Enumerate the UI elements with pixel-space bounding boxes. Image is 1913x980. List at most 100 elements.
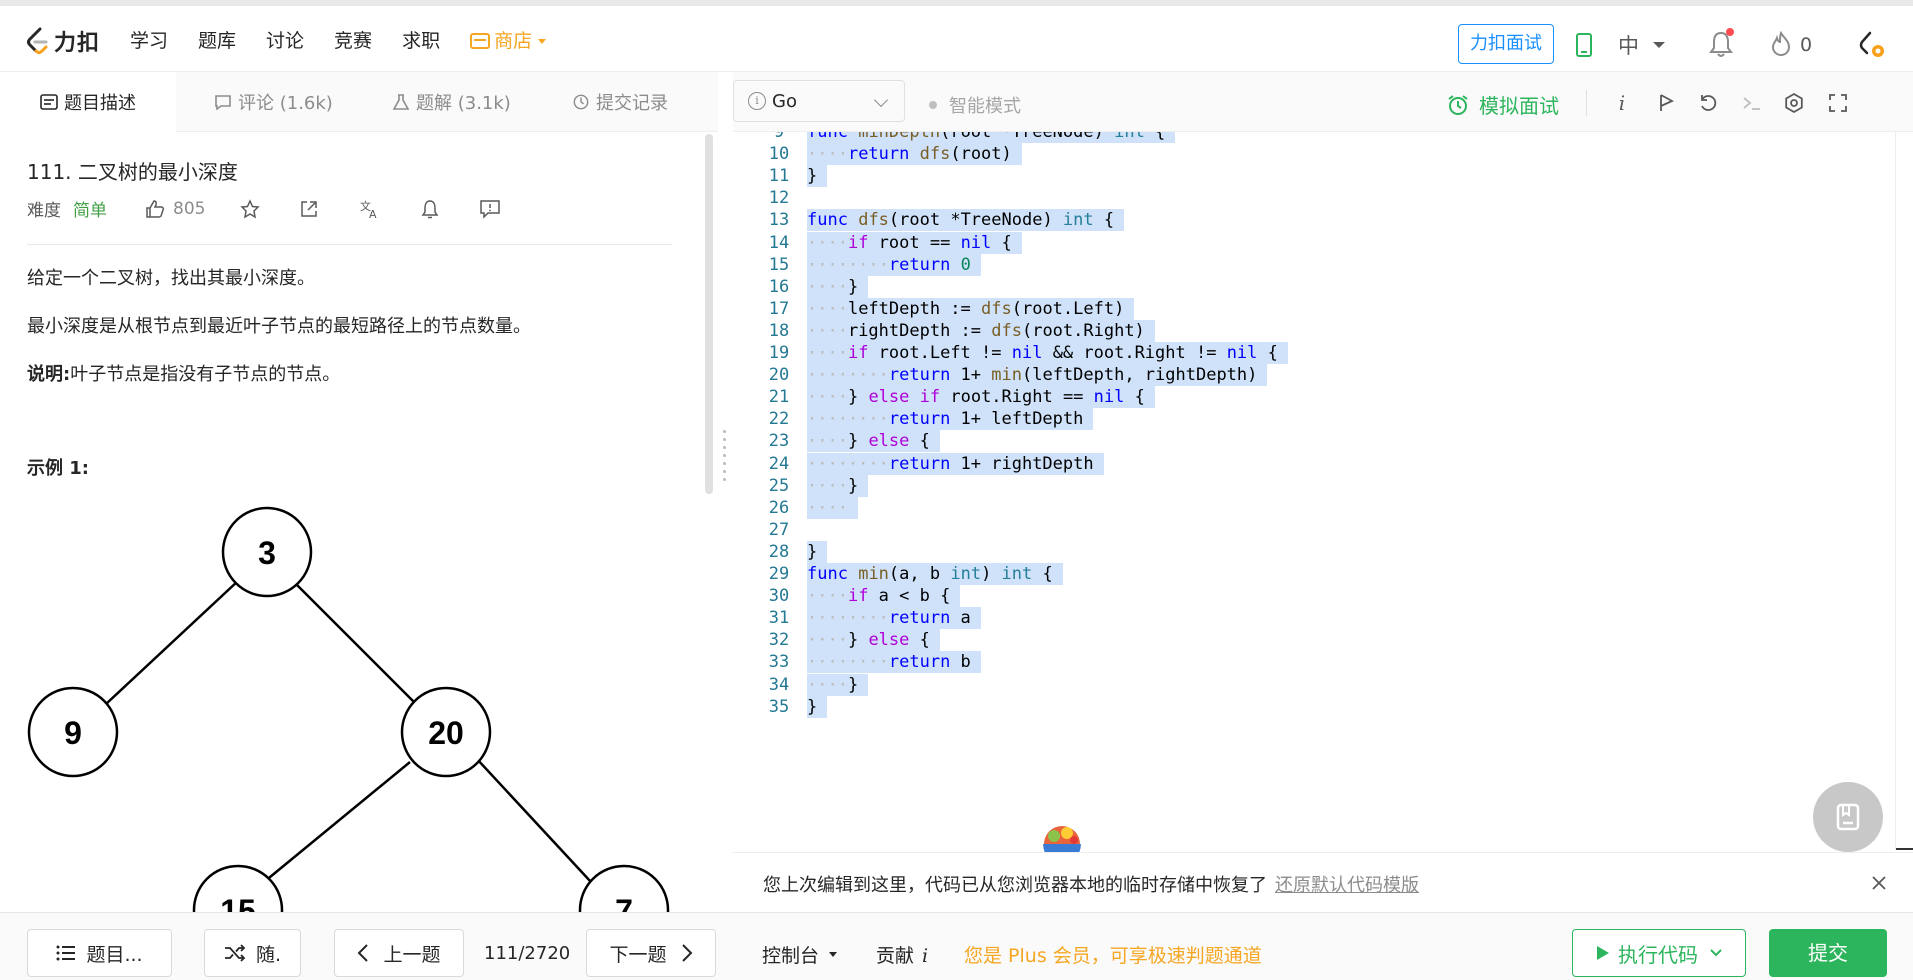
random-label: 随. — [255, 943, 282, 966]
share-icon[interactable] — [299, 199, 321, 219]
code-editor[interactable]: 9 func minDepth(root *TreeNode) int {10 ··… — [733, 132, 1897, 850]
code-line[interactable]: 19 ····if root.Left != nil && root.Right … — [733, 342, 1893, 364]
close-icon[interactable] — [1869, 873, 1889, 893]
logo[interactable]: 力扣 — [26, 26, 100, 56]
line-number: 9 — [773, 132, 785, 142]
tree-node: 15 — [192, 864, 284, 912]
mock-interview-label: 模拟面试 — [1479, 94, 1559, 118]
tab-comments[interactable]: 评论 (1.6k) — [176, 72, 366, 132]
code-line[interactable]: 17 ····leftDepth := dfs(root.Left) — [733, 297, 1893, 320]
random-button[interactable]: 随. — [204, 929, 301, 977]
like-button[interactable]: 805 — [145, 199, 205, 219]
code-line[interactable]: 31 ········return a — [733, 607, 1893, 630]
code-line[interactable]: 11} — [733, 165, 1893, 188]
toolbar-divider — [1586, 90, 1587, 116]
code-text: } — [807, 165, 828, 188]
code-line[interactable]: 9 func minDepth(root *TreeNode) int { — [733, 132, 1893, 143]
console-toggle[interactable]: 控制台 — [762, 941, 838, 968]
code-line[interactable]: 14 ····if root == nil { — [733, 231, 1893, 254]
notes-float-button[interactable] — [1813, 782, 1883, 852]
code-text: ····} — [807, 474, 869, 497]
smart-mode-toggle[interactable]: 智能模式 — [929, 92, 1021, 118]
plus-member-message: 您是 Plus 会员，可享极速判题通道 — [964, 945, 1262, 967]
code-line[interactable]: 25 ····} — [733, 474, 1893, 497]
tab-submissions-label: 提交记录 — [596, 93, 668, 114]
language-select[interactable]: i Go — [733, 80, 905, 122]
code-line[interactable]: 32 ····} else { — [733, 629, 1893, 652]
editor-info-icon[interactable]: i — [1611, 92, 1633, 114]
code-line[interactable]: 35} — [733, 695, 1893, 718]
nav-discuss[interactable]: 讨论 — [266, 26, 304, 56]
mock-interview-button[interactable]: 模拟面试 — [1447, 90, 1559, 119]
line-number: 22 — [768, 409, 790, 430]
prev-problem-button[interactable]: 上一题 — [334, 929, 464, 977]
editor-scrollbar[interactable] — [1895, 132, 1913, 850]
code-line[interactable]: 18 ····rightDepth := dfs(root.Right) — [733, 319, 1893, 342]
code-line[interactable]: 29 func min(a, b int) int { — [733, 563, 1893, 585]
code-text: func dfs(root *TreeNode) int { — [807, 209, 1125, 232]
line-number: 12 — [768, 188, 790, 209]
fire-icon[interactable] — [1770, 31, 1792, 57]
code-line[interactable]: 21 ····} else if root.Right == nil { — [733, 386, 1893, 409]
chevron-right-icon — [681, 944, 692, 962]
submit-button[interactable]: 提交 — [1769, 929, 1887, 977]
nav-store[interactable]: 商店 — [470, 26, 547, 56]
code-line[interactable]: 20 ········return 1+ min(leftDepth, right… — [733, 364, 1893, 387]
nav-contest[interactable]: 竞赛 — [334, 26, 372, 56]
problem-scrollbar[interactable] — [705, 134, 713, 494]
problem-list-button[interactable]: 题目... — [27, 929, 172, 977]
line-number: 11 — [768, 166, 790, 187]
run-code-button[interactable]: 执行代码 — [1572, 929, 1746, 977]
nav-jobs[interactable]: 求职 — [402, 26, 440, 56]
tab-solutions[interactable]: 题解 (3.1k) — [366, 72, 552, 132]
fullscreen-icon[interactable] — [1827, 92, 1849, 114]
code-line[interactable]: 23 ····} else { — [733, 430, 1893, 453]
terminal-icon[interactable] — [1741, 92, 1763, 114]
code-line[interactable]: 24 ········return 1+ rightDepth — [733, 452, 1893, 475]
nav-problems[interactable]: 题库 — [198, 26, 236, 56]
code-line[interactable]: 33 ········return b — [733, 651, 1893, 674]
avatar[interactable] — [1856, 30, 1886, 60]
shuffle-icon — [224, 944, 246, 962]
code-line[interactable]: 12 — [733, 187, 1893, 209]
tab-description[interactable]: 题目描述 — [0, 72, 176, 132]
restore-default-link[interactable]: 还原默认代码模版 — [1275, 871, 1419, 897]
language-switcher[interactable]: 中 — [1618, 30, 1665, 60]
line-number: 19 — [768, 343, 790, 363]
code-line[interactable]: 27 — [733, 519, 1893, 541]
interview-button[interactable]: 力扣面试 — [1458, 24, 1554, 64]
line-number: 32 — [768, 630, 790, 651]
code-line[interactable]: 22 ········return 1+ leftDepth — [733, 408, 1893, 431]
settings-icon[interactable] — [1783, 92, 1805, 114]
nav-learn[interactable]: 学习 — [130, 26, 168, 56]
reset-icon[interactable] — [1697, 92, 1719, 114]
code-line[interactable]: 28} — [733, 540, 1893, 563]
tab-submissions[interactable]: 提交记录 — [552, 72, 718, 132]
line-number: 18 — [768, 320, 790, 341]
translate-icon[interactable]: 文 A — [359, 199, 381, 219]
contribute-link[interactable]: 贡献 i — [876, 941, 928, 968]
code-text: ····} else { — [807, 430, 940, 453]
nav-store-label: 商店 — [494, 30, 533, 52]
line-number: 17 — [768, 298, 790, 319]
code-line[interactable]: 15 ········return 0 — [733, 253, 1893, 276]
bell-icon[interactable] — [419, 199, 441, 219]
difficulty-badge: 简单 — [73, 201, 107, 221]
next-problem-button[interactable]: 下一题 — [586, 929, 716, 977]
tab-description-label: 题目描述 — [64, 93, 136, 114]
panel-resize-handle[interactable] — [722, 430, 728, 500]
code-line[interactable]: 13 func dfs(root *TreeNode) int { — [733, 209, 1893, 232]
mobile-app-icon[interactable] — [1576, 33, 1592, 57]
top-nav: 力扣 学习 题库 讨论 竞赛 求职 商店 力扣面试 中 0 — [0, 6, 1913, 72]
code-text: ········return 1+ leftDepth — [807, 408, 1094, 431]
code-line[interactable]: 30 ····if a < b { — [733, 585, 1893, 608]
code-line[interactable]: 16 ····} — [733, 275, 1893, 298]
divider — [27, 244, 672, 245]
star-icon[interactable] — [239, 198, 261, 219]
code-line[interactable]: 10 ····return dfs(root) — [733, 143, 1893, 166]
code-line[interactable]: 34 ····} — [733, 673, 1893, 696]
flag-icon[interactable] — [1655, 92, 1677, 114]
feedback-icon[interactable] — [479, 199, 501, 219]
restore-banner: 您上次编辑到这里，代码已从您浏览器本地的临时存储中恢复了 还原默认代码模版 — [733, 852, 1913, 912]
code-line[interactable]: 26 ···· — [733, 496, 1893, 519]
